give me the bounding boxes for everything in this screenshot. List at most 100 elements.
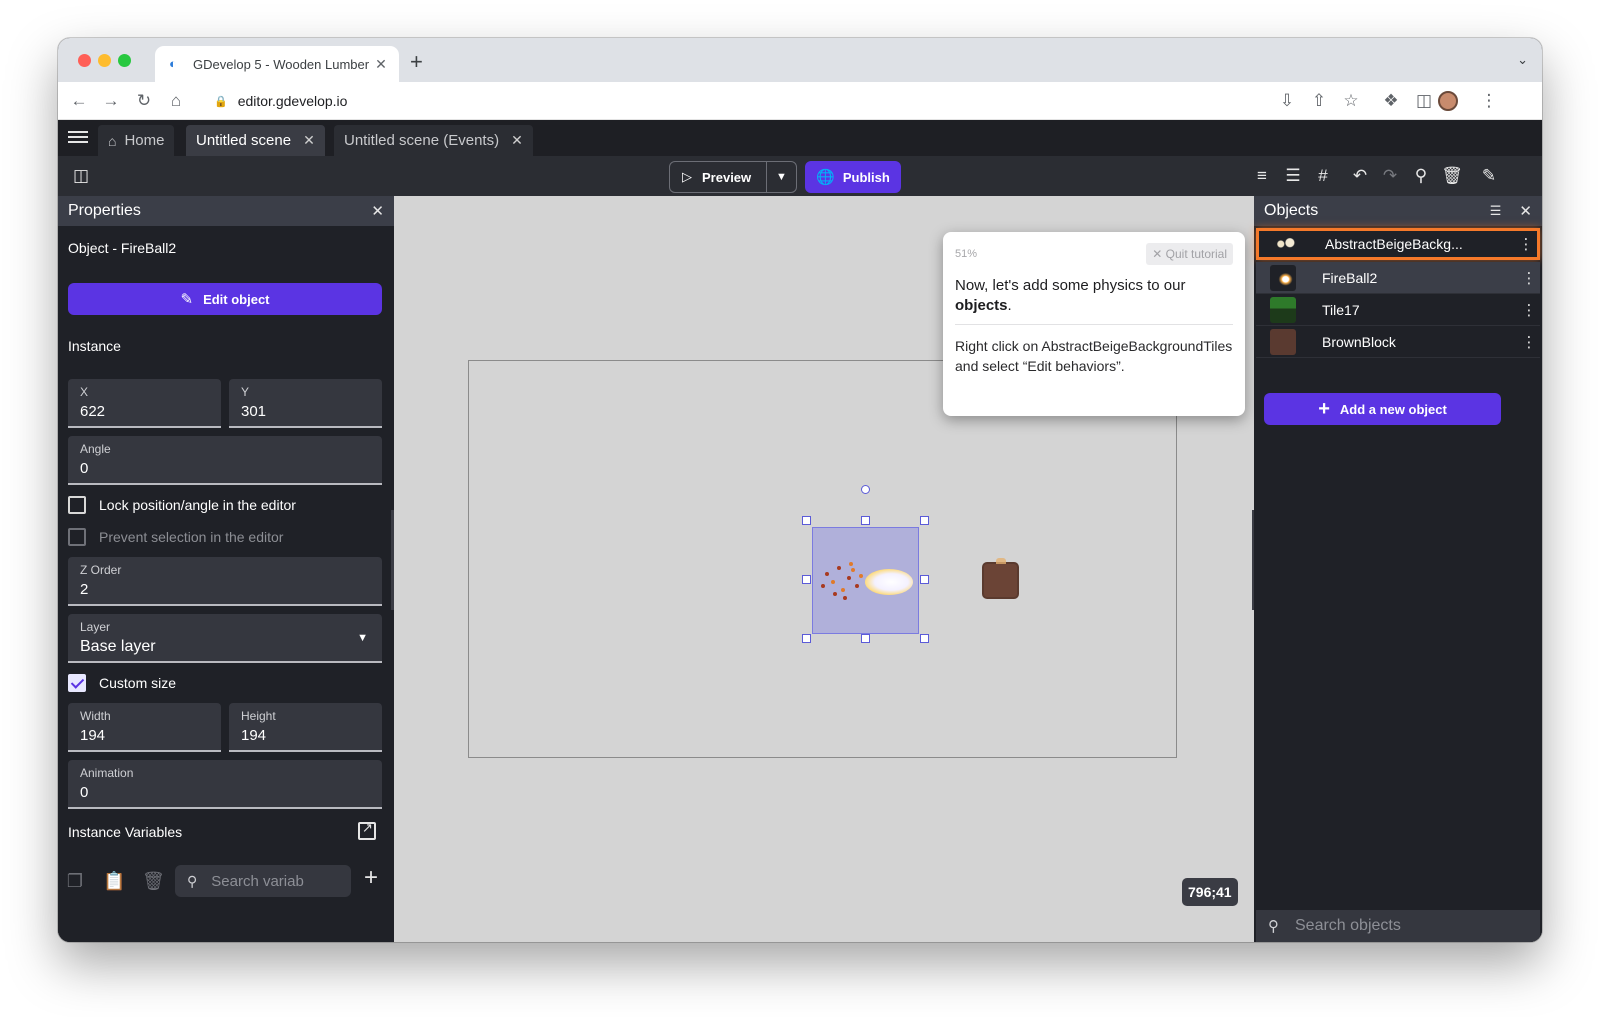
undo-icon[interactable]: ↶ <box>1349 165 1371 187</box>
edit-object-button[interactable]: ✎ Edit object <box>68 283 382 315</box>
more-options-icon[interactable]: ⋮ <box>1515 235 1537 253</box>
open-external-icon[interactable] <box>358 820 376 840</box>
height-field[interactable]: Height 194 <box>229 703 382 752</box>
close-icon[interactable]: ✕ <box>371 202 384 220</box>
object-item-fireball2[interactable]: FireBall2 ⋮ <box>1256 262 1540 294</box>
close-tab-icon[interactable]: ✕ <box>511 132 523 149</box>
add-new-object-button[interactable]: + Add a new object <box>1264 393 1501 425</box>
object-name: AbstractBeigeBackg... <box>1325 236 1463 252</box>
resize-handle[interactable] <box>920 516 929 525</box>
delete-icon[interactable]: 🗑 <box>142 871 165 893</box>
rotation-handle[interactable] <box>861 485 870 494</box>
resize-handle[interactable] <box>802 634 811 643</box>
minimize-window-button[interactable] <box>98 54 111 67</box>
object-thumbnail <box>1270 264 1296 291</box>
height-value: 194 <box>241 727 267 744</box>
gdevelop-favicon-icon: ◐ <box>169 56 177 71</box>
search-objects-input[interactable]: ⚲ Search objects <box>1256 910 1540 942</box>
prevent-selection-checkbox[interactable] <box>68 528 86 546</box>
zoom-icon[interactable]: ⚲ <box>1410 165 1432 187</box>
y-field[interactable]: Y 301 <box>229 379 382 428</box>
object-item-brownblock[interactable]: BrownBlock ⋮ <box>1256 326 1540 358</box>
preview-label: Preview <box>702 169 752 185</box>
maximize-window-button[interactable] <box>118 54 131 67</box>
side-panel-icon[interactable]: ◫ <box>1413 90 1435 112</box>
resize-handle[interactable] <box>861 516 870 525</box>
angle-label: Angle <box>80 442 111 456</box>
width-field[interactable]: Width 194 <box>68 703 221 752</box>
tutorial-tooltip: 51% ✕ Quit tutorial Now, let's add some … <box>943 232 1245 416</box>
tab-search-chevron-icon[interactable]: ⌄ <box>1517 52 1528 68</box>
animation-field[interactable]: Animation 0 <box>68 760 382 809</box>
quit-tutorial-button[interactable]: ✕ Quit tutorial <box>1146 243 1233 265</box>
properties-header: Properties ✕ <box>58 196 394 226</box>
more-options-icon[interactable]: ⋮ <box>1518 333 1540 351</box>
add-variable-button[interactable]: + <box>364 866 378 890</box>
resize-handle[interactable] <box>920 575 929 584</box>
tab-untitled-scene[interactable]: Untitled scene ✕ <box>186 125 325 156</box>
install-app-icon[interactable]: ⇩ <box>1276 90 1298 112</box>
tab-events-label: Untitled scene (Events) <box>344 132 500 149</box>
paste-icon[interactable]: 📋 <box>103 871 125 893</box>
main-menu-icon[interactable] <box>68 128 88 148</box>
home-icon[interactable]: ⌂ <box>165 90 187 112</box>
tab-home[interactable]: ⌂ Home <box>98 125 175 156</box>
edit-scene-properties-icon[interactable]: ✎ <box>1478 165 1500 187</box>
tab-untitled-scene-events[interactable]: Untitled scene (Events) ✕ <box>334 125 533 156</box>
object-item-tile17[interactable]: Tile17 ⋮ <box>1256 294 1540 326</box>
share-icon[interactable]: ⇧ <box>1308 90 1330 112</box>
redo-icon[interactable]: ↷ <box>1379 165 1401 187</box>
angle-field[interactable]: Angle 0 <box>68 436 382 485</box>
instance-variables-label: Instance Variables <box>68 824 183 840</box>
profile-avatar[interactable] <box>1438 91 1458 111</box>
preview-button[interactable]: ▷ Preview ▼ <box>669 161 797 193</box>
copy-icon[interactable]: ❐ <box>65 871 85 893</box>
close-tab-icon[interactable]: ✕ <box>303 132 315 149</box>
close-window-button[interactable] <box>78 54 91 67</box>
new-tab-button[interactable]: + <box>410 51 423 73</box>
url-field[interactable]: 🔒 editor.gdevelop.io <box>202 87 1277 115</box>
search-variables-input[interactable]: ⚲ Search variab <box>175 865 351 897</box>
publish-button[interactable]: 🌐 Publish <box>805 161 901 193</box>
resize-handle[interactable] <box>920 634 929 643</box>
lock-position-checkbox[interactable] <box>68 496 86 514</box>
resize-handle[interactable] <box>861 634 870 643</box>
resize-handle[interactable] <box>802 575 811 584</box>
extensions-puzzle-icon[interactable]: ❖ <box>1380 90 1402 112</box>
search-icon: ⚲ <box>1268 918 1279 935</box>
objects-header: Objects ☰ ✕ <box>1254 196 1542 226</box>
close-tab-icon[interactable]: ✕ <box>373 56 389 73</box>
object-item-abstractbeigebackgroundtiles[interactable]: AbstractBeigeBackg... ⋮ <box>1256 228 1540 260</box>
brownblock-sprite[interactable] <box>982 558 1019 599</box>
lock-position-label: Lock position/angle in the editor <box>99 497 296 513</box>
more-options-icon[interactable]: ⋮ <box>1518 301 1540 319</box>
y-label: Y <box>241 385 250 399</box>
preview-dropdown-chevron-icon[interactable]: ▼ <box>766 162 796 192</box>
custom-size-checkbox[interactable] <box>68 674 86 692</box>
browser-menu-icon[interactable]: ⋮ <box>1478 90 1500 112</box>
custom-size-checkbox-row[interactable]: Custom size <box>68 674 176 692</box>
x-field[interactable]: X 622 <box>68 379 221 428</box>
z-order-field[interactable]: Z Order 2 <box>68 557 382 606</box>
lock-position-checkbox-row[interactable]: Lock position/angle in the editor <box>68 496 296 514</box>
grid-icon[interactable]: # <box>1312 165 1334 187</box>
back-arrow-icon[interactable]: ← <box>68 90 90 112</box>
trash-icon[interactable]: 🗑 <box>1441 165 1463 187</box>
close-icon[interactable]: ✕ <box>1519 202 1532 220</box>
filter-icon[interactable]: ☰ <box>1490 203 1502 219</box>
fireball-sprite[interactable] <box>819 558 915 606</box>
layers-icon[interactable]: ☰ <box>1282 165 1304 187</box>
object-thumbnail <box>1270 328 1296 355</box>
resize-handle[interactable] <box>802 516 811 525</box>
prevent-selection-checkbox-row[interactable]: Prevent selection in the editor <box>68 528 283 546</box>
more-options-icon[interactable]: ⋮ <box>1518 269 1540 287</box>
search-objects-placeholder: Search objects <box>1295 917 1401 934</box>
bookmark-star-icon[interactable]: ☆ <box>1340 90 1362 112</box>
browser-tab[interactable]: ◐ GDevelop 5 - Wooden Lumber ✕ <box>155 46 399 82</box>
object-groups-list-icon[interactable]: ≡ <box>1251 165 1273 187</box>
layer-select[interactable]: Layer Base layer ▼ <box>68 614 382 663</box>
panels-layout-icon[interactable]: ◫ <box>70 165 92 187</box>
layer-value: Base layer <box>80 638 156 655</box>
reload-icon[interactable]: ↻ <box>133 90 155 112</box>
forward-arrow-icon[interactable]: → <box>100 90 122 112</box>
